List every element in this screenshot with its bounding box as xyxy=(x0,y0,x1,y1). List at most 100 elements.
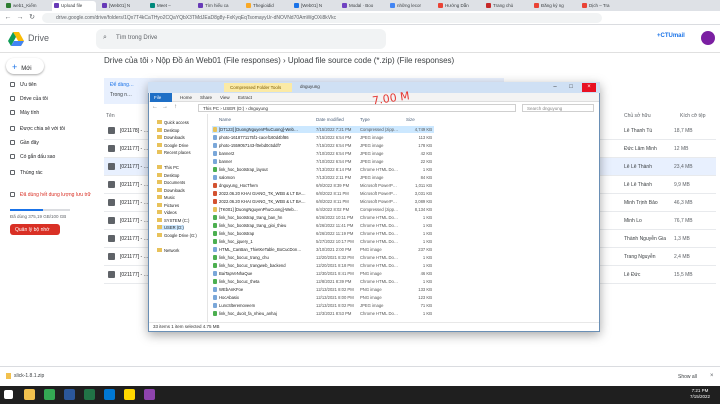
browser-tab[interactable]: [Web01] N xyxy=(292,1,336,11)
browser-tab[interactable]: những lecor xyxy=(388,1,432,11)
start-icon[interactable] xyxy=(4,390,13,399)
compressed-tools-tab[interactable]: Compressed Folder Tools xyxy=(224,83,292,92)
minimize-icon[interactable]: – xyxy=(548,83,562,92)
explorer-back-icon[interactable]: ← xyxy=(152,104,158,110)
file-row[interactable]: 2022.06.20 KHAI GIANG_TK_WEB & LT BA… 6/8… xyxy=(212,190,434,197)
browser-tab[interactable]: Dịch – Tra xyxy=(580,1,624,11)
browser-tab[interactable]: web1_Kiểm xyxy=(4,1,48,11)
header-size[interactable]: Size xyxy=(406,117,415,122)
nav-item[interactable]: USER (D:) xyxy=(157,225,184,230)
file-row[interactable]: link_hoc_bocuc_trangweb_backend 12/20/202… xyxy=(212,262,434,269)
nav-item[interactable]: Recent places xyxy=(157,150,191,155)
file-row[interactable]: HTML_CanBan_ThietKeTable_BoCucDon… 3/10/2… xyxy=(212,246,434,253)
ribbon-tab-home[interactable]: Home xyxy=(180,95,192,100)
nav-item[interactable]: Videos xyxy=(157,210,177,215)
nav-item[interactable]: Documents xyxy=(157,180,185,185)
browser-tab[interactable]: Tìm hiểu ca xyxy=(196,1,240,11)
url-input[interactable]: drive.google.com/drive/folders/1Qx7T4kCa… xyxy=(42,13,602,23)
file-row[interactable]: banner 7/10/2022 6:54 PM JPEG image 22 KB xyxy=(212,158,434,165)
header-date[interactable]: Date modified xyxy=(316,117,344,122)
file-row[interactable]: salomon 7/13/2022 2:11 PM JPEG image 84 KB xyxy=(212,174,434,181)
sidebar-item-recent[interactable]: Gần đây xyxy=(10,140,39,146)
back-icon[interactable]: ← xyxy=(4,14,12,22)
header-type[interactable]: Type xyxy=(360,117,370,122)
nav-item[interactable]: Desktop xyxy=(157,127,179,133)
file-row[interactable]: [DT123] [DuongNguyenPhuCuong]-Web… 7/15/2… xyxy=(212,126,434,133)
browser-tab[interactable]: Đăng ký ng xyxy=(532,1,576,11)
breadcrumb[interactable]: Drive của tôi › Nộp Đồ án Web01 (File re… xyxy=(104,56,454,65)
file-row[interactable]: BaiTapVeNhaQue 12/30/2021 8:41 PM PNG imag… xyxy=(212,270,434,277)
column-owner[interactable]: Chủ sở hữu xyxy=(624,113,651,119)
reload-icon[interactable]: ↻ xyxy=(28,14,36,22)
sidebar-item-shared[interactable]: Được chia sẻ với tôi xyxy=(10,126,65,132)
other-icon[interactable] xyxy=(144,389,155,400)
new-button[interactable]: + Mới xyxy=(6,58,44,74)
browser-tab[interactable]: Modal · Boo xyxy=(340,1,384,11)
explorer-search-input[interactable]: Search dnguyung xyxy=(522,104,594,112)
account-badge[interactable]: +CTUmail xyxy=(657,33,697,45)
sidebar-item-trash[interactable]: Thùng rác xyxy=(10,170,43,176)
file-row[interactable]: WEbAnKFoe 12/13/2021 8:02 PM PNG image 133 … xyxy=(212,286,434,293)
browser-tab[interactable]: Thegioidid xyxy=(244,1,288,11)
vscode-icon[interactable] xyxy=(104,389,115,400)
explorer-up-icon[interactable]: ↑ xyxy=(174,104,177,110)
file-row[interactable]: link_hoc_jquery_1 5/27/2022 10:17 PM Chrom… xyxy=(212,238,434,245)
nav-item[interactable]: Downloads xyxy=(157,135,185,140)
nav-item[interactable]: Desktop xyxy=(157,172,179,178)
folder-icon[interactable] xyxy=(24,389,35,400)
ribbon-tab-share[interactable]: Share xyxy=(200,95,212,100)
file-row[interactable]: link_hoc_bocuc_trang_chu 12/20/2021 8:32 … xyxy=(212,254,434,261)
drive-logo-icon[interactable] xyxy=(8,32,24,46)
file-row[interactable]: link_hoc_bootstrap_trang_gioi_thieu 6/26/… xyxy=(212,222,434,229)
drive-search-input[interactable]: ⌕ Tìm trong Drive xyxy=(96,29,386,49)
sidebar-item-my-drive[interactable]: Drive của tôi xyxy=(10,96,48,102)
word-icon[interactable] xyxy=(64,389,75,400)
sidebar-item-priority[interactable]: Ưu tiên xyxy=(10,82,37,88)
close-icon[interactable]: × xyxy=(582,83,596,92)
file-row[interactable]: [TK001] [DuongNguyenPhuCuong]-Web… 6/4/20… xyxy=(212,206,434,213)
notes-icon[interactable] xyxy=(124,389,135,400)
file-row[interactable]: link_hoc_bocuc_theta 12/8/2021 8:39 PM Chr… xyxy=(212,278,434,285)
browser-tab[interactable]: [Web01] N xyxy=(100,1,144,11)
explorer-forward-icon[interactable]: → xyxy=(162,104,168,110)
show-all-button[interactable]: Show all xyxy=(678,374,697,380)
browser-tab[interactable]: Hướng Dẫn xyxy=(436,1,480,11)
file-row[interactable]: link_hoc_bootstrap_trang_ban_hn 6/26/2022… xyxy=(212,214,434,221)
nav-item[interactable]: Pictures xyxy=(157,202,179,208)
excel-icon[interactable] xyxy=(84,389,95,400)
file-row[interactable]: link_hoc_bootstrap_layout 7/13/2022 8:14 … xyxy=(212,166,434,173)
file-row[interactable]: photo-1559057143-f0ebd0c5ddf7 7/15/2022 6… xyxy=(212,142,434,149)
browser-tab[interactable]: Upload file xyxy=(52,1,96,11)
sidebar-item-starred[interactable]: Có gắn dấu sao xyxy=(10,154,55,160)
sidebar-item-storage[interactable]: Đã dùng hết dung lượng lưu trữ xyxy=(10,192,91,198)
file-row[interactable]: photo-1618771175f1-cacef160d4bf86 7/15/20… xyxy=(212,134,434,141)
browser-tab[interactable]: Trang chủ xyxy=(484,1,528,11)
column-name[interactable]: Tên xyxy=(106,113,115,119)
file-row[interactable]: banner2 7/10/2022 6:54 PM JPEG image 42 KB xyxy=(212,150,434,157)
nav-item[interactable]: This PC xyxy=(157,165,179,170)
nav-item[interactable]: Quick access xyxy=(157,120,189,125)
ribbon-tab-view[interactable]: View xyxy=(220,95,230,100)
forward-icon[interactable]: → xyxy=(16,14,24,22)
buy-storage-button[interactable]: Quản lý bộ nhớ xyxy=(10,224,60,235)
nav-item[interactable]: Downloads xyxy=(157,187,185,193)
browser-tab[interactable]: Meet – xyxy=(148,1,192,11)
file-row[interactable]: 2022.06.20 KHAI GIANG_TK_WEB & LT BA… 6/8… xyxy=(212,198,434,205)
download-item[interactable]: slick-1.8.1.zip xyxy=(4,371,64,381)
avatar[interactable] xyxy=(701,31,715,45)
sidebar-item-computers[interactable]: Máy tính xyxy=(10,110,39,116)
file-row[interactable]: LuncSlteremoveem 12/13/2021 8:02 PM JPEG i… xyxy=(212,302,434,309)
chrome-icon[interactable] xyxy=(44,389,55,400)
file-row[interactable]: HocAbasix 12/13/2021 8:00 PM PNG image 123 … xyxy=(212,294,434,301)
file-row[interactable]: link_hoc_bootstrap 6/26/2022 11:19 PM Chro… xyxy=(212,230,434,237)
header-name[interactable]: Name xyxy=(219,117,231,122)
nav-item[interactable]: Music xyxy=(157,195,175,200)
nav-item[interactable]: Network xyxy=(157,247,179,253)
explorer-path-bar[interactable]: This PC › USER (D:) › dnguyung xyxy=(198,104,516,112)
clock[interactable]: 7:21 PM 7/15/2022 xyxy=(690,388,710,400)
file-row[interactable]: dnguyung_HocThem 6/9/2022 8:39 PM Microsof… xyxy=(212,182,434,189)
nav-item[interactable]: SYSTEM (C:) xyxy=(157,217,189,223)
close-downloads-icon[interactable]: × xyxy=(710,373,714,379)
ribbon-tab-file[interactable]: File xyxy=(150,93,172,102)
ribbon-tab-extract[interactable]: Extract xyxy=(238,95,252,100)
